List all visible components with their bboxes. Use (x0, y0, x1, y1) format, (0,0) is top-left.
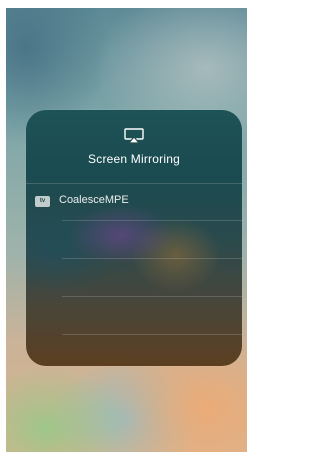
screen-mirroring-panel: Screen Mirroring tv CoalesceMPE (26, 110, 242, 366)
row-divider (62, 334, 242, 335)
airplay-icon (124, 128, 144, 144)
apple-tv-badge-text: tv (39, 198, 46, 204)
blurred-background: Screen Mirroring tv CoalesceMPE (6, 8, 247, 452)
apple-tv-icon: tv (35, 196, 50, 207)
device-row-coalescempe[interactable]: tv CoalesceMPE (26, 184, 242, 220)
empty-list-row (62, 297, 242, 334)
empty-list-row (62, 221, 242, 258)
device-name: CoalesceMPE (59, 194, 129, 206)
empty-list-row (62, 259, 242, 296)
panel-title: Screen Mirroring (88, 152, 180, 166)
